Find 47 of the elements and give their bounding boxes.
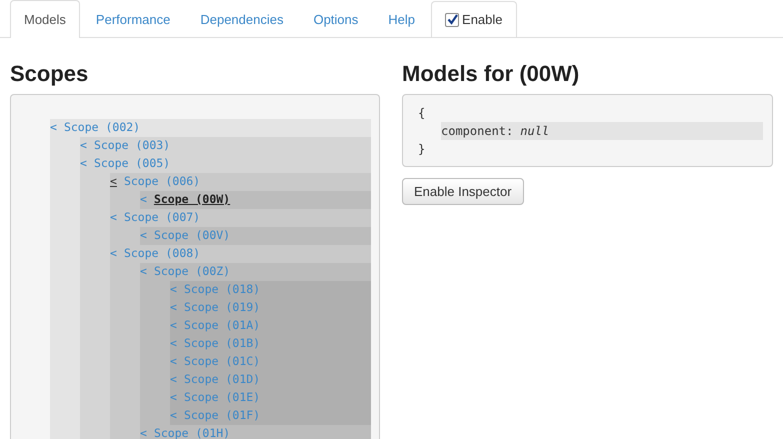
collapse-toggle[interactable]: < [140,426,147,439]
tab[interactable]: Options [299,1,372,37]
collapse-toggle[interactable]: < [110,174,117,188]
collapse-toggle[interactable]: < [50,120,57,134]
collapse-toggle[interactable]: < [170,408,177,422]
section-title: Models for (00W) [402,61,580,87]
scope-link[interactable]: Scope (019) [184,300,260,314]
collapse-toggle[interactable]: < [170,354,177,368]
collapse-toggle[interactable]: < [170,318,177,332]
tab[interactable]: Enable [431,1,517,37]
enable-inspector-button[interactable]: Enable Inspector [402,178,524,205]
collapse-toggle[interactable]: < [170,336,177,350]
collapse-toggle[interactable]: < [140,192,147,206]
collapse-toggle[interactable]: < [170,282,177,296]
brace: } [418,141,426,158]
checkbox[interactable] [445,12,460,26]
brace: { [418,105,426,122]
scope-link[interactable]: Scope (01B) [184,336,260,350]
collapse-toggle[interactable]: < [110,246,117,260]
scope-link[interactable]: Scope (018) [184,282,260,296]
scope-link[interactable]: Scope (007) [124,210,200,224]
scope-link[interactable]: Scope (01A) [184,318,260,332]
section-title: Scopes [10,61,90,87]
scope-link[interactable]: Scope (006) [124,174,200,188]
scope-link[interactable]: Scope (01E) [184,390,260,404]
collapse-toggle[interactable]: < [170,390,177,404]
scope-link[interactable]: Scope (00V) [154,228,230,242]
collapse-toggle[interactable]: < [140,264,147,278]
collapse-toggle[interactable]: < [80,156,87,170]
tab[interactable]: Models [10,0,80,38]
tab[interactable]: Dependencies [186,1,298,37]
scope-link[interactable]: Scope (01F) [184,408,260,422]
collapse-toggle[interactable]: < [170,372,177,386]
scope-link[interactable]: Scope (01D) [184,372,260,386]
collapse-toggle[interactable]: < [80,138,87,152]
tab[interactable]: Performance [82,1,184,37]
collapse-toggle[interactable]: < [170,300,177,314]
scope-link[interactable]: Scope (005) [94,156,170,170]
collapse-toggle[interactable]: < [110,210,117,224]
collapse-toggle[interactable]: < [140,228,147,242]
scope-link[interactable]: Scope (003) [94,138,170,152]
scope-link[interactable]: Scope (01C) [184,354,260,368]
scope-link[interactable]: Scope (008) [124,246,200,260]
scope-link[interactable]: Scope (00Z) [154,264,230,278]
tab[interactable]: Help [374,1,430,37]
scope-link[interactable]: Scope (002) [64,120,140,134]
scope-link[interactable]: Scope (00W) [154,192,230,206]
